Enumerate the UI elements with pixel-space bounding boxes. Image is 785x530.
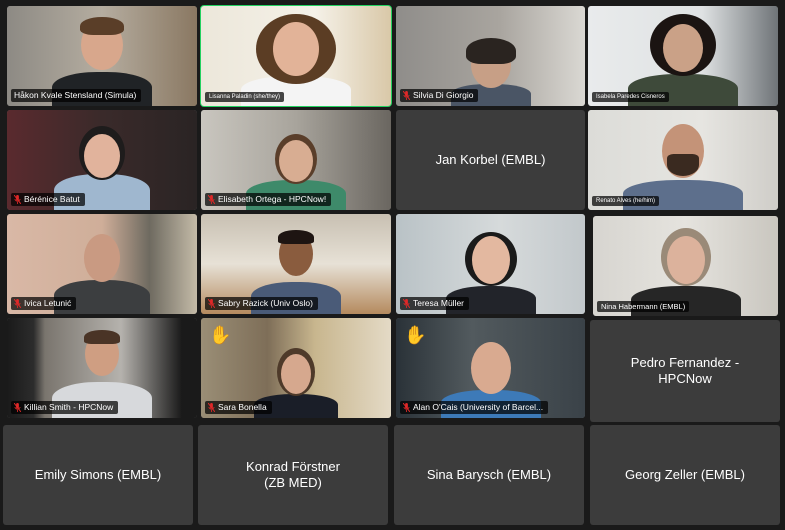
raised-hand-icon: ✋ — [209, 325, 232, 345]
mic-off-icon — [208, 299, 215, 308]
participant-tile[interactable]: ✋ Sara Bonella — [201, 318, 391, 418]
participant-name: Teresa Müller — [400, 297, 470, 310]
participant-name: Pedro Fernandez - HPCNow — [630, 355, 740, 386]
mic-off-icon — [403, 91, 410, 100]
mic-off-icon — [403, 403, 410, 412]
mic-off-icon — [208, 195, 215, 204]
participant-tile[interactable]: Teresa Müller — [396, 214, 585, 314]
participant-name: Elisabeth Ortega - HPCNow! — [205, 193, 332, 206]
participant-name: Sara Bonella — [205, 401, 272, 414]
participant-name: Nina Habermann (EMBL) — [597, 301, 690, 312]
mic-off-icon — [208, 403, 215, 412]
participant-name: Jan Korbel (EMBL) — [435, 152, 546, 167]
participant-tile[interactable]: Georg Zeller (EMBL) — [590, 425, 780, 525]
participant-tile[interactable]: Jan Korbel (EMBL) — [396, 110, 585, 210]
participant-tile[interactable]: ✋ Alan O'Cais (University of Barcel... — [396, 318, 585, 418]
participant-tile[interactable]: Sina Barysch (EMBL) — [394, 425, 584, 525]
mic-off-icon — [14, 403, 21, 412]
mic-off-icon — [403, 299, 410, 308]
participant-name: Ivica Letunić — [11, 297, 77, 310]
participant-name: Sabry Razick (Univ Oslo) — [205, 297, 318, 310]
participant-name: Silvia Di Giorgio — [400, 89, 479, 102]
participant-tile[interactable]: Isabela Paredes Cisneros — [588, 6, 778, 106]
participant-name: Killian Smith - HPCNow — [11, 401, 119, 414]
mic-off-icon — [14, 195, 21, 204]
participant-name: Alan O'Cais (University of Barcel... — [400, 401, 549, 414]
participant-tile[interactable]: Elisabeth Ortega - HPCNow! — [201, 110, 391, 210]
participant-tile[interactable]: Silvia Di Giorgio — [396, 6, 585, 106]
participant-tile[interactable]: Renato Alves (he/him) — [588, 110, 778, 210]
participant-tile[interactable]: Konrad Förstner (ZB MED) — [198, 425, 388, 525]
participant-tile[interactable]: Lisanna Paladin (she/they) — [200, 5, 392, 107]
raised-hand-icon: ✋ — [404, 325, 427, 345]
mic-off-icon — [14, 299, 21, 308]
participant-tile[interactable]: Bérénice Batut — [7, 110, 197, 210]
participant-tile[interactable]: Ivica Letunić — [7, 214, 197, 314]
participant-name: Bérénice Batut — [11, 193, 85, 206]
participant-name: Renato Alves (he/him) — [592, 196, 660, 206]
participant-tile[interactable]: Pedro Fernandez - HPCNow — [590, 320, 780, 422]
participant-name: Georg Zeller (EMBL) — [625, 467, 745, 482]
participant-name: Lisanna Paladin (she/they) — [205, 92, 285, 102]
participant-tile[interactable]: Nina Habermann (EMBL) — [593, 216, 778, 316]
participant-tile[interactable]: Emily Simons (EMBL) — [3, 425, 193, 525]
participant-name: Konrad Förstner (ZB MED) — [246, 459, 340, 490]
participant-name: Emily Simons (EMBL) — [34, 467, 162, 482]
participant-name: Isabela Paredes Cisneros — [592, 92, 669, 102]
participant-name: Sina Barysch (EMBL) — [426, 467, 552, 482]
participant-tile[interactable]: Håkon Kvale Stensland (Simula) — [7, 6, 197, 106]
participant-tile[interactable]: Sabry Razick (Univ Oslo) — [201, 214, 391, 314]
participant-name: Håkon Kvale Stensland (Simula) — [11, 89, 142, 102]
participant-tile[interactable]: Killian Smith - HPCNow — [7, 318, 197, 418]
